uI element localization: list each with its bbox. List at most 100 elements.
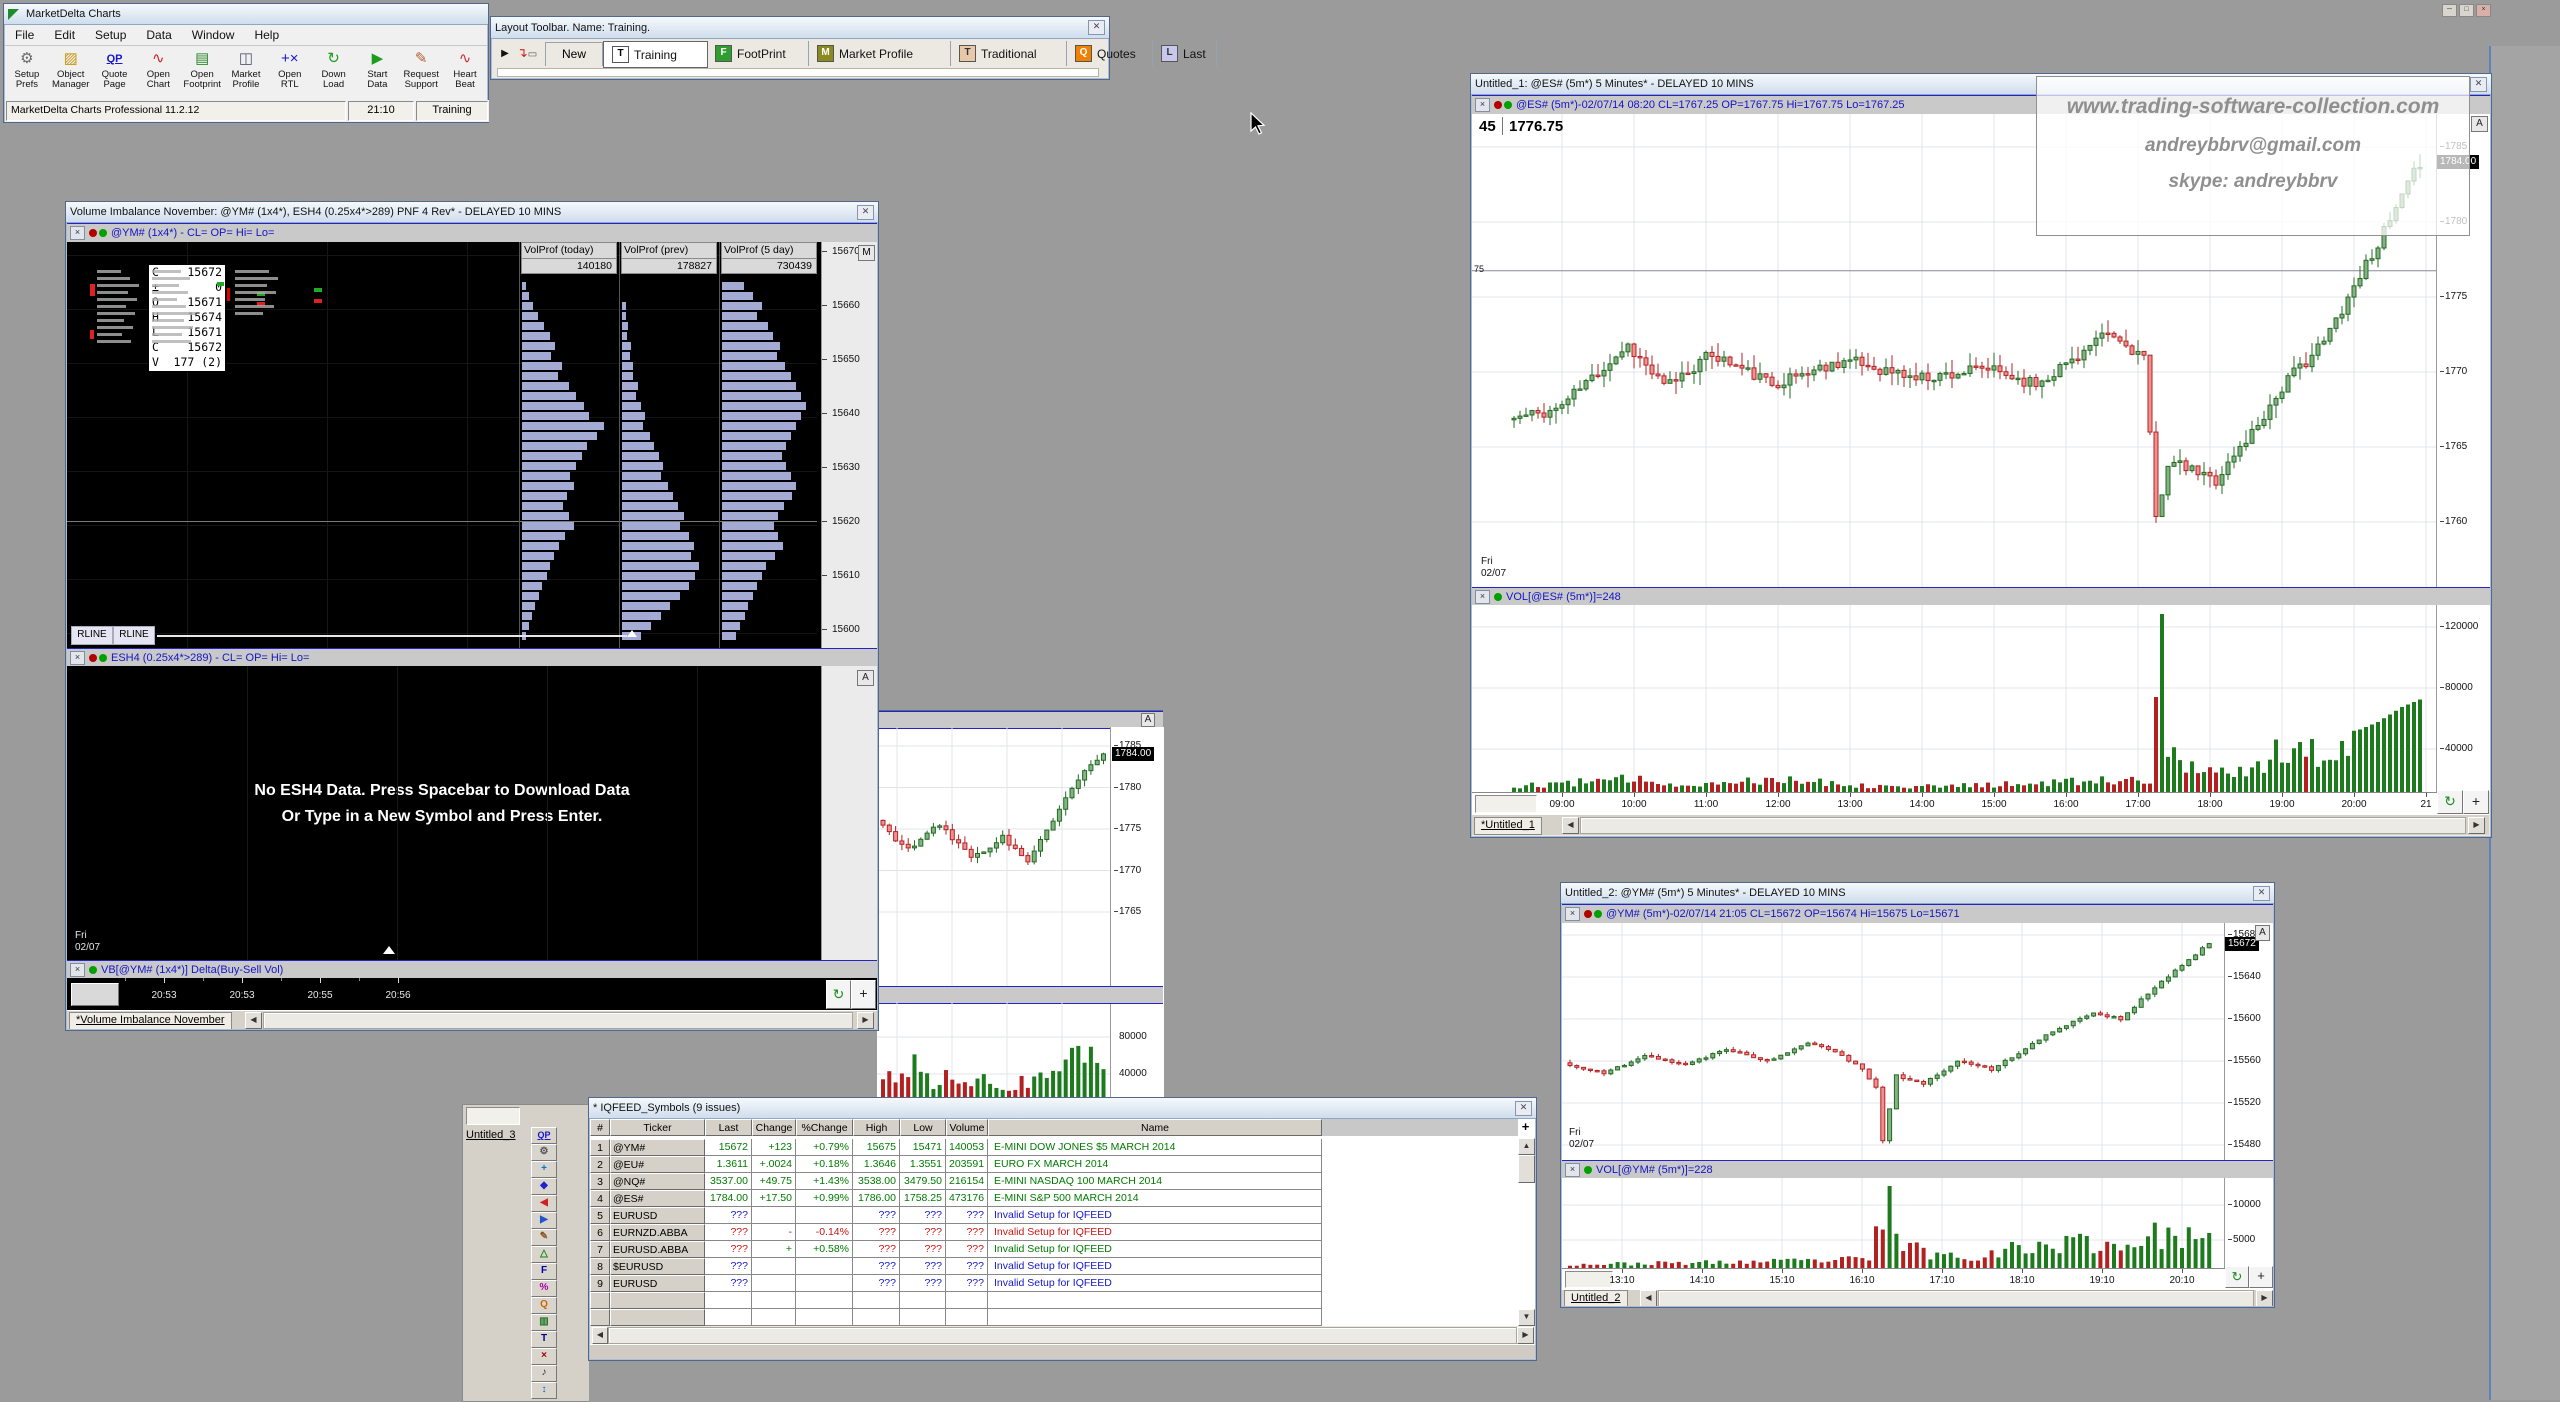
close-series-icon[interactable]: × (70, 651, 85, 665)
toolbar-open-chart[interactable]: ∿OpenChart (136, 48, 180, 90)
quote-tool-icon[interactable]: Q (531, 1297, 557, 1314)
table-cell[interactable]: 7 (590, 1241, 610, 1258)
main-window[interactable]: MarketDelta Charts FileEditSetupDataWind… (3, 3, 489, 123)
untitled2-titlebar[interactable]: Untitled_2: @YM# (5m*) 5 Minutes* - DELA… (1561, 883, 2274, 904)
ticker-cell[interactable]: EURUSD.ABBA (610, 1241, 705, 1258)
tab-scroll-right-icon[interactable]: ▶ (2256, 1290, 2273, 1306)
toolbar-quote-page[interactable]: QPQuotePage (93, 48, 137, 90)
table-row[interactable]: 1@YM#15672+123+0.79%1567515471140053E-MI… (590, 1139, 1533, 1156)
ticker-cell[interactable]: @YM# (610, 1139, 705, 1156)
untitled2-series-header[interactable]: × @YM# (5m*)-02/07/14 21:05 CL=15672 OP=… (1562, 904, 2273, 924)
horizontal-scrollbar[interactable] (1580, 817, 2466, 834)
crosshair-tool-icon[interactable]: + (531, 1161, 557, 1178)
refresh-button[interactable]: ↻ (2225, 1266, 2249, 1288)
ticker-cell[interactable]: @ES# (610, 1190, 705, 1207)
menu-setup[interactable]: Setup (85, 26, 136, 44)
pane-corner-button[interactable]: A (2255, 925, 2270, 941)
zoom-in-button[interactable]: + (2463, 790, 2489, 814)
play-button[interactable]: ▶ (497, 44, 513, 64)
layout-toolbar-titlebar[interactable]: Layout Toolbar. Name: Training. ✕ (491, 17, 1109, 39)
tab-untitled1[interactable]: *Untitled_1 (1474, 817, 1542, 835)
toolbar-heart-beat[interactable]: ∿HeartBeat (443, 48, 487, 90)
layout-tab-last[interactable]: LLast (1153, 41, 1217, 66)
alert-tool-icon[interactable]: ♪ (531, 1365, 557, 1382)
toolbar-request-support[interactable]: ✎RequestSupport (399, 48, 443, 90)
toolbar-download[interactable]: ↻DownLoad (312, 48, 356, 90)
toolbar-market-profile[interactable]: ◫MarketProfile (224, 48, 268, 90)
layout-tab-market-profile[interactable]: MMarket Profile (809, 41, 951, 66)
close-series-icon[interactable]: × (1475, 98, 1490, 112)
table-cell[interactable]: 8 (590, 1258, 610, 1275)
grid-tool-icon[interactable]: ▥ (531, 1314, 557, 1331)
scale-tool-icon[interactable]: ↕ (531, 1382, 557, 1399)
toolbar-open-footprint[interactable]: ▤OpenFootprint (180, 48, 224, 90)
pane-corner-button[interactable]: A (1141, 713, 1155, 727)
table-cell[interactable]: 4 (590, 1190, 610, 1207)
untitled1-volume-header[interactable]: × VOL[@ES# (5m*)]=248 (1472, 587, 2490, 607)
scroll-right-icon[interactable]: ▶ (1517, 1327, 1534, 1344)
close-icon[interactable]: × (2476, 4, 2491, 17)
horizontal-scrollbar[interactable] (1658, 1290, 2254, 1306)
pane-corner-button[interactable]: A (2471, 116, 2488, 132)
untitled2-window[interactable]: Untitled_2: @YM# (5m*) 5 Minutes* - DELA… (1560, 882, 2275, 1308)
table-cell[interactable]: 2 (590, 1156, 610, 1173)
vertical-scrollbar-thumb[interactable] (1518, 1155, 1535, 1183)
minimize-icon[interactable]: ─ (2442, 4, 2457, 17)
column-header-change[interactable]: Change (752, 1119, 796, 1136)
ticker-cell[interactable]: @NQ# (610, 1173, 705, 1190)
add-symbol-icon[interactable]: + (1518, 1120, 1533, 1135)
table-row[interactable]: 5EURUSD????????????Invalid Setup for IQF… (590, 1207, 1533, 1224)
pane-corner-button[interactable]: M (858, 245, 875, 261)
scroll-up-icon[interactable]: ▲ (1518, 1138, 1535, 1155)
close-icon[interactable]: ✕ (2470, 77, 2487, 92)
text-tool-icon[interactable]: T (531, 1331, 557, 1348)
table-row[interactable]: 4@ES#1784.00+17.50+0.99%1786.001758.2547… (590, 1190, 1533, 1207)
quote-page-tool-icon[interactable]: QP (531, 1127, 557, 1144)
untitled2-volume-chart[interactable] (1562, 1178, 2224, 1268)
vi-esh4-header[interactable]: × ESH4 (0.25x4*>289) - CL= OP= Hi= Lo= (67, 648, 877, 668)
zoom-in-button[interactable]: + (2249, 1266, 2273, 1288)
untitled2-price-chart[interactable] (1562, 923, 2224, 1160)
restore-icon[interactable]: □ (2459, 4, 2474, 17)
rline-button[interactable]: RLINE (113, 626, 155, 645)
column-header-name[interactable]: Name (988, 1119, 1322, 1136)
close-series-icon[interactable]: × (70, 963, 85, 977)
untitled2-volume-header[interactable]: × VOL[@YM# (5m*)]=228 (1562, 1160, 2273, 1180)
toolbar-open-rtl[interactable]: +×OpenRTL (268, 48, 312, 90)
layout-tab-traditional[interactable]: TTraditional (951, 41, 1067, 66)
untitled3-window-fragment[interactable]: Untitled_3 QP⚙+◆◀▶✎△F%Q▥T×♪↕ (462, 1104, 589, 1402)
ticker-cell[interactable]: EURUSD (610, 1275, 705, 1292)
tab-scroll-left-icon[interactable]: ◀ (1562, 817, 1579, 834)
close-icon[interactable]: ✕ (857, 205, 874, 220)
vi-titlebar[interactable]: Volume Imbalance November: @YM# (1x4*), … (66, 202, 878, 223)
table-cell[interactable]: 9 (590, 1275, 610, 1292)
untitled1-volume-chart[interactable] (1472, 605, 2436, 792)
scroll-left-icon[interactable]: ◀ (592, 1327, 608, 1344)
close-icon[interactable]: ✕ (2253, 886, 2270, 901)
delete-tool-icon[interactable]: × (531, 1348, 557, 1365)
refresh-button[interactable]: ↻ (2437, 790, 2463, 814)
tab-untitled3[interactable]: Untitled_3 (466, 1129, 516, 1141)
marker-tool-icon[interactable]: ◆ (531, 1178, 557, 1195)
shape-tool-icon[interactable]: △ (531, 1246, 557, 1263)
column-header-change[interactable]: %Change (796, 1119, 853, 1136)
column-header-[interactable]: # (590, 1119, 610, 1136)
table-row[interactable]: 2@EU#1.3611+.0024+0.18%1.36461.355120359… (590, 1156, 1533, 1173)
close-icon[interactable]: ✕ (1515, 1101, 1532, 1116)
save-layout-icon[interactable]: ↴▭ (516, 44, 538, 64)
hidden-chart-window[interactable]: A 178517801775177017658000040000 1784.00 (877, 710, 1163, 1111)
column-header-last[interactable]: Last (705, 1119, 752, 1136)
column-header-volume[interactable]: Volume (946, 1119, 988, 1136)
table-cell[interactable]: 3 (590, 1173, 610, 1190)
percent-tool-icon[interactable]: % (531, 1280, 557, 1297)
volume-imbalance-window[interactable]: Volume Imbalance November: @YM# (1x4*), … (65, 201, 879, 1031)
column-header-ticker[interactable]: Ticker (610, 1119, 705, 1136)
table-row[interactable]: 9EURUSD????????????Invalid Setup for IQF… (590, 1275, 1533, 1292)
new-layout-button[interactable]: New (545, 42, 603, 66)
toolbar-start-data[interactable]: ▶StartData (356, 48, 400, 90)
menu-window[interactable]: Window (182, 26, 245, 44)
ticker-cell[interactable]: EURUSD (610, 1207, 705, 1224)
table-row[interactable]: 7EURUSD.ABBA???++0.58%?????????Invalid S… (590, 1241, 1533, 1258)
ticker-cell[interactable]: @EU# (610, 1156, 705, 1173)
refresh-button[interactable]: ↻ (826, 980, 851, 1009)
